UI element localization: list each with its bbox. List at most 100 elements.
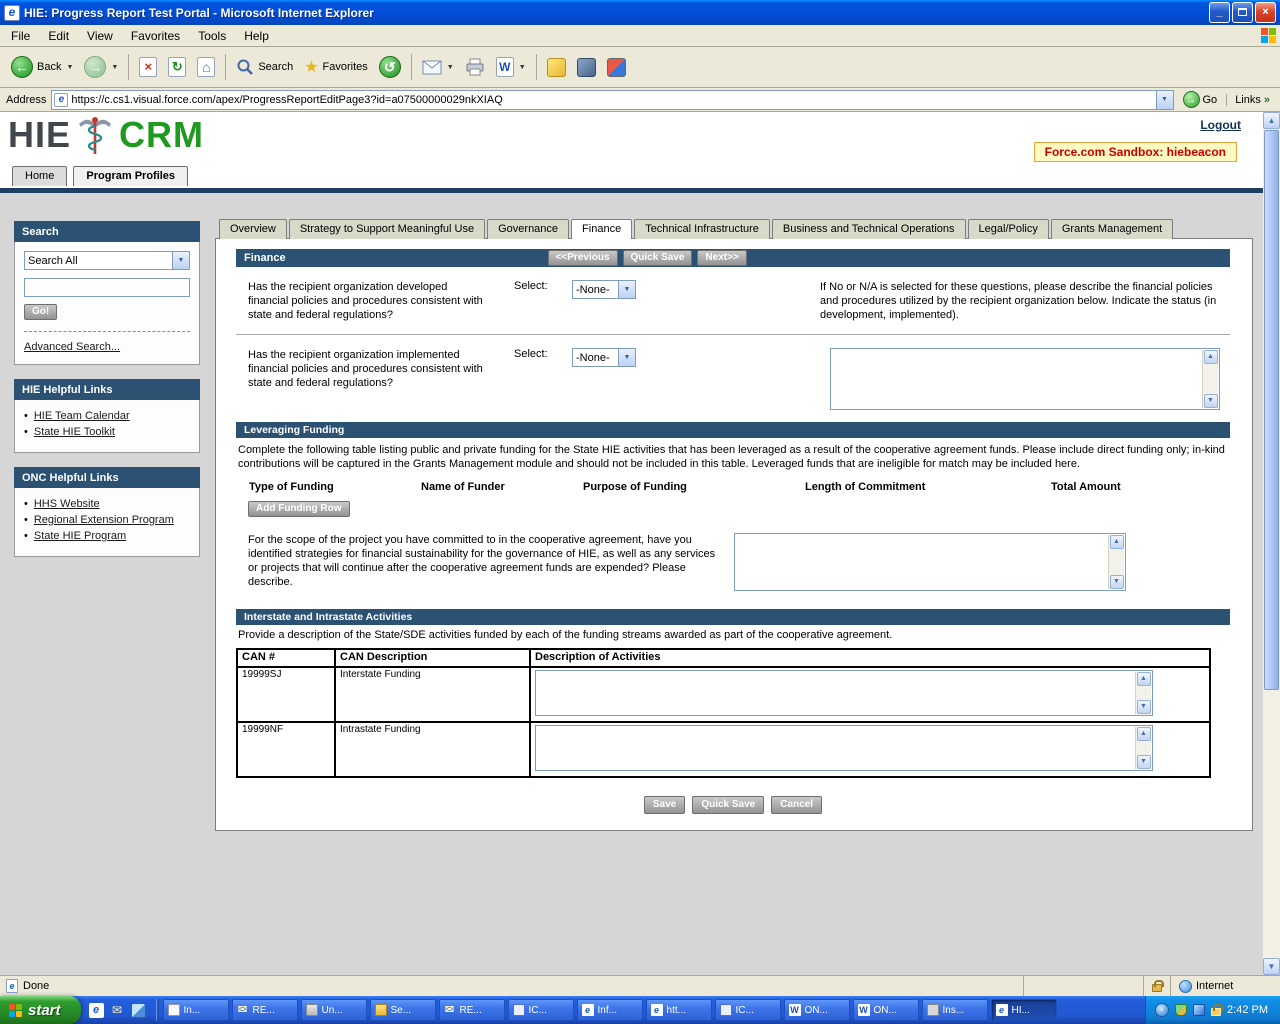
links-toolbar[interactable]: Links » [1226, 94, 1276, 106]
print-button[interactable] [460, 55, 490, 79]
tab-overview[interactable]: Overview [219, 219, 287, 239]
history-button[interactable]: ↺ [374, 53, 406, 81]
search-input[interactable] [24, 278, 190, 297]
mail-button[interactable]: ▼ [417, 57, 459, 78]
task-button[interactable]: ehtt... [646, 999, 712, 1021]
regional-extension-program-link[interactable]: Regional Extension Program [34, 513, 174, 528]
scroll-up-icon[interactable]: ▲ [1204, 350, 1218, 364]
intrastate-activities-textarea[interactable]: ▲ ▼ [535, 725, 1153, 771]
save-button[interactable]: Save [644, 796, 685, 814]
network-icon[interactable] [1193, 1004, 1205, 1016]
quick-save-button-top[interactable]: Quick Save [623, 250, 693, 266]
task-button[interactable]: IC... [715, 999, 781, 1021]
scrollbar-up-icon[interactable]: ▲ [1263, 112, 1280, 129]
scroll-down-icon[interactable]: ▼ [1137, 755, 1151, 769]
scroll-up-icon[interactable]: ▲ [1137, 672, 1151, 686]
scroll-up-icon[interactable]: ▲ [1137, 727, 1151, 741]
question-2-select[interactable]: -None- ▼ [572, 348, 636, 367]
task-button[interactable]: In... [163, 999, 229, 1021]
back-dropdown-icon[interactable]: ▼ [66, 64, 73, 71]
task-button[interactable]: Ins... [922, 999, 988, 1021]
hhs-website-link[interactable]: HHS Website [34, 497, 100, 512]
menu-help[interactable]: Help [235, 26, 278, 46]
scroll-down-icon[interactable]: ▼ [1110, 575, 1124, 589]
address-dropdown-icon[interactable]: ▼ [1156, 91, 1173, 109]
task-button-active[interactable]: eHI... [991, 999, 1057, 1021]
menu-tools[interactable]: Tools [189, 26, 235, 46]
scroll-up-icon[interactable]: ▲ [1110, 535, 1124, 549]
cancel-button[interactable]: Cancel [771, 796, 822, 814]
tab-technical-infrastructure[interactable]: Technical Infrastructure [634, 219, 770, 239]
scrollbar-down-icon[interactable]: ▼ [1263, 958, 1280, 975]
textarea-scrollbar[interactable]: ▲ ▼ [1108, 535, 1124, 589]
minimize-button[interactable]: _ [1209, 2, 1230, 23]
task-button[interactable]: IC... [508, 999, 574, 1021]
nav-tab-home[interactable]: Home [12, 166, 67, 186]
edit-dropdown-icon[interactable]: ▼ [519, 64, 526, 71]
textarea-scrollbar[interactable]: ▲ ▼ [1135, 672, 1151, 714]
textarea-scrollbar[interactable]: ▲ ▼ [1202, 350, 1218, 408]
hie-team-calendar-link[interactable]: HIE Team Calendar [34, 409, 130, 424]
tab-grants-management[interactable]: Grants Management [1051, 219, 1173, 239]
tab-business-technical-operations[interactable]: Business and Technical Operations [772, 219, 966, 239]
start-button[interactable]: start [0, 996, 81, 1024]
show-desktop-icon[interactable] [131, 1003, 146, 1018]
task-button[interactable]: eInf... [577, 999, 643, 1021]
previous-button[interactable]: <<Previous [548, 250, 618, 266]
go-button[interactable]: → Go [1179, 90, 1222, 109]
tab-finance[interactable]: Finance [571, 219, 632, 239]
tray-lock-icon[interactable] [1211, 1008, 1221, 1016]
task-button[interactable]: WON... [853, 999, 919, 1021]
menu-edit[interactable]: Edit [39, 26, 78, 46]
advanced-search-link[interactable]: Advanced Search... [24, 341, 120, 353]
question-1-select[interactable]: -None- ▼ [572, 280, 636, 299]
task-button[interactable]: Un... [301, 999, 367, 1021]
quick-save-button-bottom[interactable]: Quick Save [692, 796, 764, 814]
next-button[interactable]: Next>> [697, 250, 746, 266]
discuss-button[interactable] [602, 55, 631, 80]
interstate-activities-textarea[interactable]: ▲ ▼ [535, 670, 1153, 716]
mail-quicklaunch-icon[interactable]: ✉ [110, 1003, 125, 1018]
scrollbar-thumb[interactable] [1264, 130, 1279, 690]
menu-favorites[interactable]: Favorites [122, 26, 189, 46]
state-hie-program-link[interactable]: State HIE Program [34, 529, 126, 544]
tab-governance[interactable]: Governance [487, 219, 569, 239]
task-button[interactable]: WON... [784, 999, 850, 1021]
refresh-button[interactable]: ↻ [163, 54, 191, 80]
search-go-button[interactable]: Go! [24, 304, 57, 320]
forward-dropdown-icon[interactable]: ▼ [111, 64, 118, 71]
menu-view[interactable]: View [78, 26, 122, 46]
back-button[interactable]: ← Back ▼ [6, 53, 78, 81]
mail-dropdown-icon[interactable]: ▼ [447, 64, 454, 71]
stop-button[interactable]: × [134, 54, 162, 80]
scroll-down-icon[interactable]: ▼ [1204, 394, 1218, 408]
address-input[interactable]: e https://c.cs1.visual.force.com/apex/Pr… [51, 90, 1173, 110]
menu-file[interactable]: File [2, 26, 39, 46]
close-button[interactable]: × [1255, 2, 1276, 23]
search-button[interactable]: Search [231, 55, 298, 79]
select-dropdown-icon[interactable]: ▼ [618, 281, 635, 298]
page-scrollbar[interactable]: ▲ ▼ [1263, 112, 1280, 975]
messenger-button[interactable] [542, 55, 571, 80]
task-button[interactable]: ✉RE... [439, 999, 505, 1021]
ie-quicklaunch-icon[interactable]: e [89, 1003, 104, 1018]
tab-strategy[interactable]: Strategy to Support Meaningful Use [289, 219, 485, 239]
task-button[interactable]: Se... [370, 999, 436, 1021]
nav-tab-program-profiles[interactable]: Program Profiles [73, 166, 188, 186]
select-dropdown-icon[interactable]: ▼ [618, 349, 635, 366]
address-url[interactable]: https://c.cs1.visual.force.com/apex/Prog… [71, 94, 1155, 106]
forward-button[interactable]: → ▼ [79, 53, 123, 81]
sustainability-textarea[interactable]: ▲ ▼ [734, 533, 1126, 591]
financial-policies-textarea[interactable]: ▲ ▼ [830, 348, 1220, 410]
research-button[interactable] [572, 55, 601, 80]
select-dropdown-icon[interactable]: ▼ [172, 252, 189, 269]
logout-link[interactable]: Logout [1200, 118, 1241, 132]
textarea-scrollbar[interactable]: ▲ ▼ [1135, 727, 1151, 769]
scroll-down-icon[interactable]: ▼ [1137, 700, 1151, 714]
tray-collapse-icon[interactable]: ‹ [1155, 1003, 1169, 1017]
edit-word-button[interactable]: W ▼ [491, 54, 531, 80]
favorites-button[interactable]: ★ Favorites [299, 54, 373, 80]
add-funding-row-button[interactable]: Add Funding Row [248, 501, 350, 517]
home-button[interactable]: ⌂ [192, 54, 220, 80]
state-hie-toolkit-link[interactable]: State HIE Toolkit [34, 425, 115, 440]
